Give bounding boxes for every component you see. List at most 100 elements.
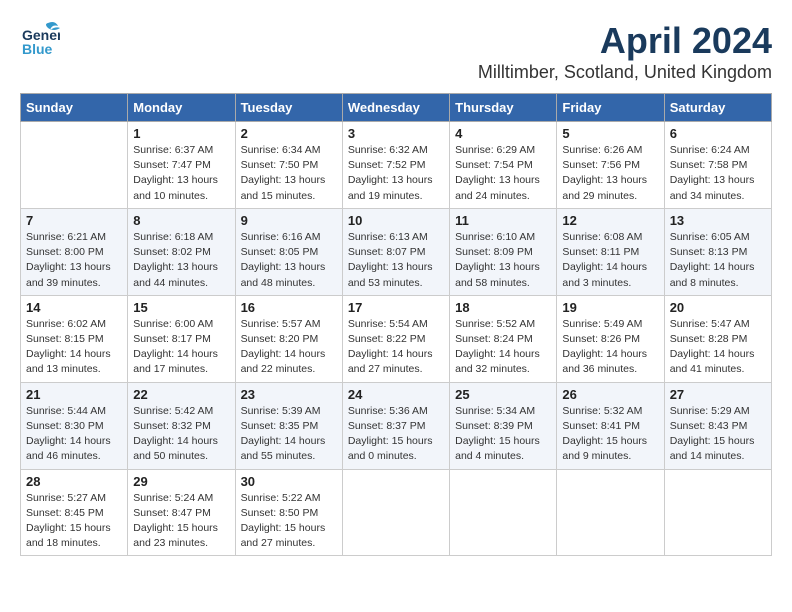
calendar-cell: 26 Sunrise: 5:32 AM Sunset: 8:41 PM Dayli… — [557, 382, 664, 469]
logo-icon: General Blue — [20, 20, 60, 60]
calendar-cell: 6 Sunrise: 6:24 AM Sunset: 7:58 PM Daylig… — [664, 122, 771, 209]
calendar-week-row: 7 Sunrise: 6:21 AM Sunset: 8:00 PM Daylig… — [21, 208, 772, 295]
day-number: 4 — [455, 126, 551, 141]
day-number: 23 — [241, 387, 337, 402]
day-number: 18 — [455, 300, 551, 315]
day-info: Sunrise: 5:57 AM Sunset: 8:20 PM Dayligh… — [241, 317, 337, 378]
day-info: Sunrise: 5:39 AM Sunset: 8:35 PM Dayligh… — [241, 404, 337, 465]
day-info: Sunrise: 6:18 AM Sunset: 8:02 PM Dayligh… — [133, 230, 229, 291]
day-info: Sunrise: 6:37 AM Sunset: 7:47 PM Dayligh… — [133, 143, 229, 204]
day-info: Sunrise: 5:29 AM Sunset: 8:43 PM Dayligh… — [670, 404, 766, 465]
svg-text:Blue: Blue — [22, 41, 53, 57]
day-number: 12 — [562, 213, 658, 228]
weekday-header-tuesday: Tuesday — [235, 94, 342, 122]
day-info: Sunrise: 6:02 AM Sunset: 8:15 PM Dayligh… — [26, 317, 122, 378]
calendar-cell: 16Sunrise: 5:57 AM Sunset: 8:20 PM Dayli… — [235, 295, 342, 382]
weekday-header-sunday: Sunday — [21, 94, 128, 122]
weekday-header-wednesday: Wednesday — [342, 94, 449, 122]
day-number: 8 — [133, 213, 229, 228]
day-info: Sunrise: 6:13 AM Sunset: 8:07 PM Dayligh… — [348, 230, 444, 291]
day-number: 20 — [670, 300, 766, 315]
calendar-cell: 7 Sunrise: 6:21 AM Sunset: 8:00 PM Daylig… — [21, 208, 128, 295]
day-info: Sunrise: 5:52 AM Sunset: 8:24 PM Dayligh… — [455, 317, 551, 378]
calendar-table: SundayMondayTuesdayWednesdayThursdayFrid… — [20, 93, 772, 556]
day-info: Sunrise: 6:08 AM Sunset: 8:11 PM Dayligh… — [562, 230, 658, 291]
day-info: Sunrise: 6:29 AM Sunset: 7:54 PM Dayligh… — [455, 143, 551, 204]
day-number: 11 — [455, 213, 551, 228]
day-info: Sunrise: 5:34 AM Sunset: 8:39 PM Dayligh… — [455, 404, 551, 465]
page-header: General Blue April 2024 Milltimber, Scot… — [20, 20, 772, 83]
day-number: 24 — [348, 387, 444, 402]
calendar-cell: 29 Sunrise: 5:24 AM Sunset: 8:47 PM Dayli… — [128, 469, 235, 556]
weekday-header-friday: Friday — [557, 94, 664, 122]
day-info: Sunrise: 5:44 AM Sunset: 8:30 PM Dayligh… — [26, 404, 122, 465]
day-number: 5 — [562, 126, 658, 141]
calendar-cell: 18 Sunrise: 5:52 AM Sunset: 8:24 PM Dayli… — [450, 295, 557, 382]
calendar-cell: 21 Sunrise: 5:44 AM Sunset: 8:30 PM Dayli… — [21, 382, 128, 469]
day-info: Sunrise: 6:10 AM Sunset: 8:09 PM Dayligh… — [455, 230, 551, 291]
day-info: Sunrise: 6:34 AM Sunset: 7:50 PM Dayligh… — [241, 143, 337, 204]
weekday-header-row: SundayMondayTuesdayWednesdayThursdayFrid… — [21, 94, 772, 122]
day-number: 6 — [670, 126, 766, 141]
day-number: 28 — [26, 474, 122, 489]
calendar-cell: 5Sunrise: 6:26 AM Sunset: 7:56 PM Daylig… — [557, 122, 664, 209]
day-info: Sunrise: 6:24 AM Sunset: 7:58 PM Dayligh… — [670, 143, 766, 204]
calendar-cell: 9Sunrise: 6:16 AM Sunset: 8:05 PM Daylig… — [235, 208, 342, 295]
calendar-cell: 19 Sunrise: 5:49 AM Sunset: 8:26 PM Dayli… — [557, 295, 664, 382]
calendar-cell: 11 Sunrise: 6:10 AM Sunset: 8:09 PM Dayli… — [450, 208, 557, 295]
day-number: 3 — [348, 126, 444, 141]
day-info: Sunrise: 5:54 AM Sunset: 8:22 PM Dayligh… — [348, 317, 444, 378]
calendar-cell: 14 Sunrise: 6:02 AM Sunset: 8:15 PM Dayli… — [21, 295, 128, 382]
day-info: Sunrise: 6:05 AM Sunset: 8:13 PM Dayligh… — [670, 230, 766, 291]
title-area: April 2024 Milltimber, Scotland, United … — [478, 20, 772, 83]
day-info: Sunrise: 5:27 AM Sunset: 8:45 PM Dayligh… — [26, 491, 122, 552]
day-info: Sunrise: 5:22 AM Sunset: 8:50 PM Dayligh… — [241, 491, 337, 552]
calendar-cell: 22 Sunrise: 5:42 AM Sunset: 8:32 PM Dayli… — [128, 382, 235, 469]
day-number: 25 — [455, 387, 551, 402]
calendar-week-row: 1Sunrise: 6:37 AM Sunset: 7:47 PM Daylig… — [21, 122, 772, 209]
calendar-cell — [557, 469, 664, 556]
calendar-cell: 10Sunrise: 6:13 AM Sunset: 8:07 PM Dayli… — [342, 208, 449, 295]
logo: General Blue — [20, 20, 60, 60]
day-number: 21 — [26, 387, 122, 402]
day-info: Sunrise: 5:47 AM Sunset: 8:28 PM Dayligh… — [670, 317, 766, 378]
calendar-cell: 20 Sunrise: 5:47 AM Sunset: 8:28 PM Dayli… — [664, 295, 771, 382]
calendar-cell: 8 Sunrise: 6:18 AM Sunset: 8:02 PM Daylig… — [128, 208, 235, 295]
calendar-cell: 3Sunrise: 6:32 AM Sunset: 7:52 PM Daylig… — [342, 122, 449, 209]
day-number: 9 — [241, 213, 337, 228]
day-number: 13 — [670, 213, 766, 228]
day-number: 14 — [26, 300, 122, 315]
day-number: 17 — [348, 300, 444, 315]
day-info: Sunrise: 5:42 AM Sunset: 8:32 PM Dayligh… — [133, 404, 229, 465]
calendar-cell: 17 Sunrise: 5:54 AM Sunset: 8:22 PM Dayli… — [342, 295, 449, 382]
day-info: Sunrise: 5:32 AM Sunset: 8:41 PM Dayligh… — [562, 404, 658, 465]
calendar-cell — [21, 122, 128, 209]
weekday-header-monday: Monday — [128, 94, 235, 122]
day-number: 29 — [133, 474, 229, 489]
location-title: Milltimber, Scotland, United Kingdom — [478, 62, 772, 83]
calendar-cell: 28 Sunrise: 5:27 AM Sunset: 8:45 PM Dayli… — [21, 469, 128, 556]
day-info: Sunrise: 6:21 AM Sunset: 8:00 PM Dayligh… — [26, 230, 122, 291]
day-info: Sunrise: 5:49 AM Sunset: 8:26 PM Dayligh… — [562, 317, 658, 378]
calendar-cell: 27 Sunrise: 5:29 AM Sunset: 8:43 PM Dayli… — [664, 382, 771, 469]
day-number: 7 — [26, 213, 122, 228]
day-number: 22 — [133, 387, 229, 402]
day-info: Sunrise: 5:24 AM Sunset: 8:47 PM Dayligh… — [133, 491, 229, 552]
calendar-cell — [664, 469, 771, 556]
calendar-week-row: 14 Sunrise: 6:02 AM Sunset: 8:15 PM Dayli… — [21, 295, 772, 382]
weekday-header-saturday: Saturday — [664, 94, 771, 122]
calendar-cell: 1Sunrise: 6:37 AM Sunset: 7:47 PM Daylig… — [128, 122, 235, 209]
calendar-cell — [342, 469, 449, 556]
calendar-cell: 15Sunrise: 6:00 AM Sunset: 8:17 PM Dayli… — [128, 295, 235, 382]
day-number: 15 — [133, 300, 229, 315]
day-number: 26 — [562, 387, 658, 402]
calendar-cell: 12 Sunrise: 6:08 AM Sunset: 8:11 PM Dayli… — [557, 208, 664, 295]
day-number: 27 — [670, 387, 766, 402]
calendar-week-row: 28 Sunrise: 5:27 AM Sunset: 8:45 PM Dayli… — [21, 469, 772, 556]
day-number: 19 — [562, 300, 658, 315]
calendar-week-row: 21 Sunrise: 5:44 AM Sunset: 8:30 PM Dayli… — [21, 382, 772, 469]
calendar-cell: 2Sunrise: 6:34 AM Sunset: 7:50 PM Daylig… — [235, 122, 342, 209]
month-title: April 2024 — [478, 20, 772, 62]
calendar-cell: 25 Sunrise: 5:34 AM Sunset: 8:39 PM Dayli… — [450, 382, 557, 469]
day-info: Sunrise: 5:36 AM Sunset: 8:37 PM Dayligh… — [348, 404, 444, 465]
